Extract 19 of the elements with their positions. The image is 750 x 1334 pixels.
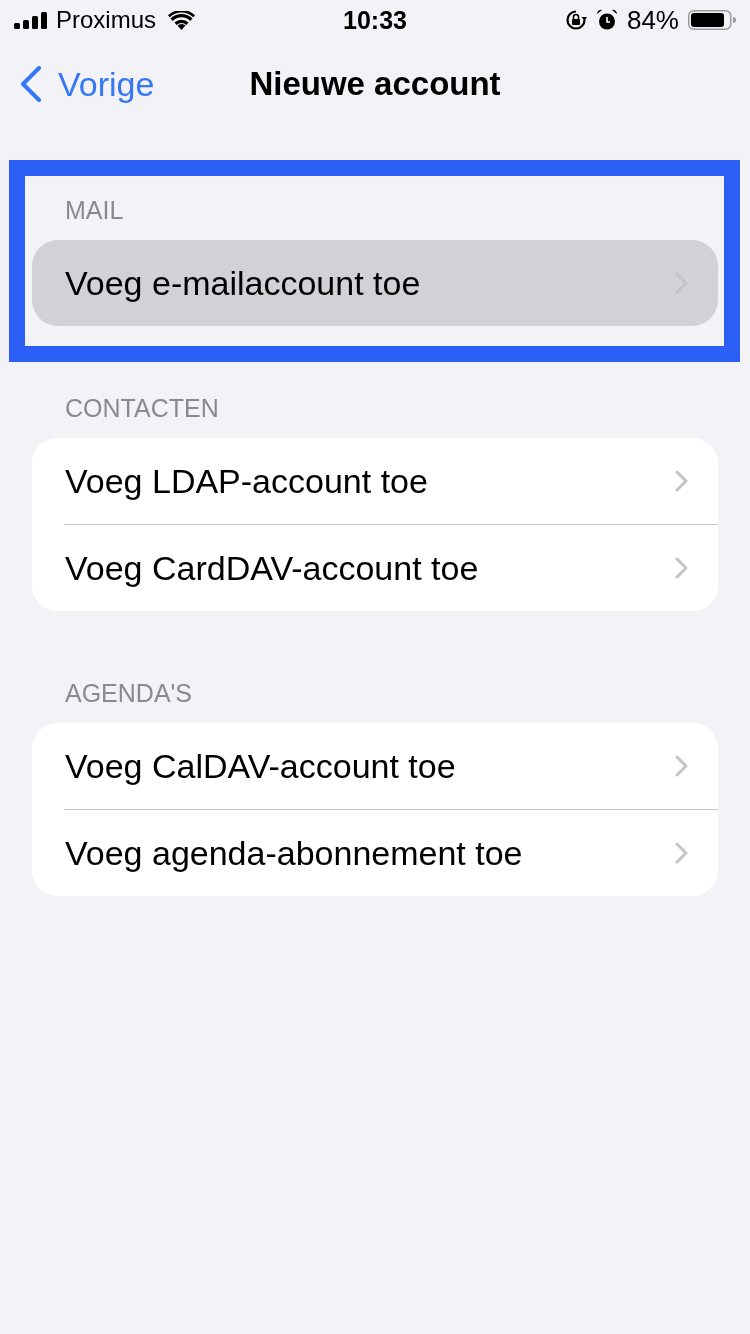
carrier-name: Proximus xyxy=(56,8,157,32)
rotation-lock-icon xyxy=(564,9,587,31)
battery-icon xyxy=(688,10,736,30)
screen-title: Nieuwe account xyxy=(249,64,501,105)
back-chevron-icon xyxy=(20,66,42,102)
chevron-right-icon xyxy=(675,755,688,777)
section-header: MAIL xyxy=(64,196,125,224)
chevron-right-icon xyxy=(675,557,688,579)
section-header: AGENDA'S xyxy=(64,679,194,707)
wifi-icon xyxy=(168,10,196,30)
chevron-right-icon xyxy=(675,470,688,492)
clock-time: 10:33 xyxy=(343,7,407,33)
section-header: CONTACTEN xyxy=(64,394,220,422)
chevron-right-icon xyxy=(675,842,688,864)
list-row[interactable]: Voeg e-mailaccount toe xyxy=(32,240,718,326)
alarm-clock-icon xyxy=(595,9,618,31)
signal-bars-icon xyxy=(14,11,48,29)
back-button[interactable]: Vorige xyxy=(0,58,155,110)
battery-percentage: 84% xyxy=(626,7,679,33)
